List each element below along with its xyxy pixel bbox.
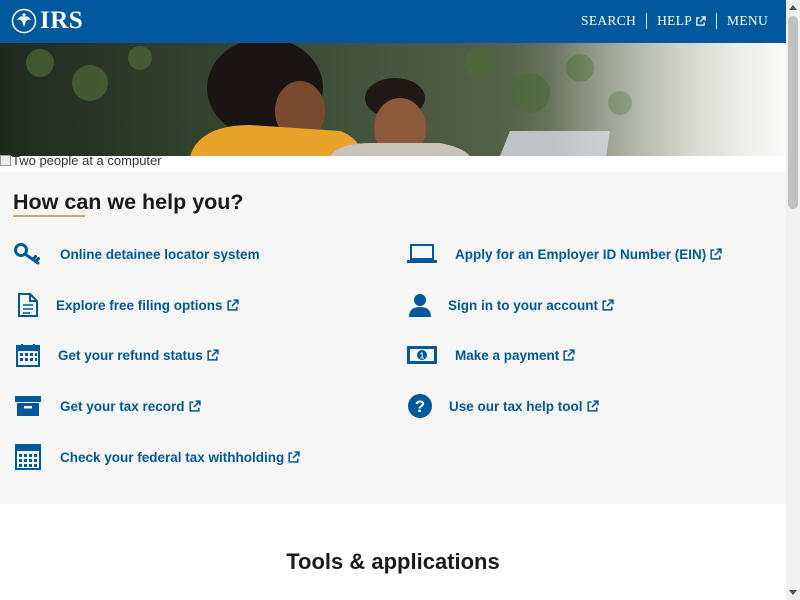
link-sign-in[interactable]: Sign in to your account [405, 291, 614, 319]
external-link-icon [710, 247, 722, 260]
link-tax-record[interactable]: Get your tax record [13, 392, 201, 420]
svg-text:1: 1 [420, 351, 425, 360]
page-scrollbar[interactable] [786, 0, 800, 600]
scroll-down-arrow-icon[interactable] [786, 586, 800, 600]
nav-help[interactable]: HELP [657, 13, 706, 29]
link-refund-status[interactable]: Get your refund status [13, 341, 219, 369]
money-bill-icon: 1 [407, 341, 437, 369]
hero-image [0, 43, 786, 156]
logo-text: IRS [40, 7, 84, 34]
link-apply-ein[interactable]: Apply for an Employer ID Number (EIN) [407, 240, 722, 268]
hero-alt-label: Two people at a computer [12, 153, 162, 168]
external-link-icon [563, 348, 575, 361]
key-icon [13, 240, 43, 268]
hero-photo [0, 43, 786, 156]
external-link-icon [226, 298, 239, 311]
link-label: Get your tax record [60, 398, 185, 414]
broken-image-icon [0, 155, 11, 166]
external-link-icon [602, 298, 614, 311]
question-circle-icon: ? [405, 392, 435, 420]
link-label: Sign in to your account [448, 297, 599, 313]
calendar-icon [13, 341, 43, 369]
link-label: Online detainee locator system [60, 246, 260, 262]
document-icon [13, 291, 43, 319]
link-label: Check your federal tax withholding [60, 449, 285, 465]
link-detainee-locator[interactable]: Online detainee locator system [13, 240, 260, 268]
link-label: Get your refund status [58, 347, 203, 363]
tools-section-title: Tools & applications [286, 549, 500, 574]
link-label: Make a payment [455, 347, 560, 363]
link-label: Explore free filing options [56, 297, 223, 313]
header-nav: SEARCH HELP MENU [581, 13, 768, 29]
link-tax-withholding[interactable]: Check your federal tax withholding [13, 443, 300, 471]
external-link-icon [586, 399, 599, 412]
external-link-icon [207, 348, 219, 361]
title-accent-underline [13, 215, 85, 217]
external-link-icon [288, 450, 300, 463]
user-icon [405, 291, 435, 319]
link-label: Use our tax help tool [449, 398, 583, 414]
nav-divider [646, 13, 648, 29]
laptop-icon [407, 240, 437, 268]
help-section-title: How can we help you? [13, 190, 244, 214]
link-make-payment[interactable]: 1 Make a payment [407, 341, 575, 369]
external-link-icon [188, 399, 201, 412]
link-free-filing[interactable]: Explore free filing options [13, 291, 239, 319]
external-link-icon [696, 15, 706, 26]
archive-box-icon [13, 392, 43, 420]
link-label: Apply for an Employer ID Number (EIN) [455, 246, 707, 262]
page: IRS SEARCH HELP MENU Two people at a com… [0, 0, 786, 600]
calculator-icon [13, 443, 43, 471]
nav-help-label: HELP [657, 13, 693, 28]
link-tax-help-tool[interactable]: ? Use our tax help tool [405, 392, 599, 420]
scrollbar-thumb[interactable] [788, 16, 798, 209]
nav-divider [716, 13, 718, 29]
hero-alt-text: Two people at a computer [0, 153, 162, 168]
nav-search[interactable]: SEARCH [581, 13, 636, 29]
site-header: IRS SEARCH HELP MENU [0, 0, 786, 43]
nav-menu[interactable]: MENU [727, 13, 768, 29]
svg-text:?: ? [415, 397, 425, 416]
eagle-icon [11, 8, 37, 34]
scroll-up-arrow-icon[interactable] [786, 0, 800, 14]
irs-logo[interactable]: IRS [11, 7, 83, 35]
help-section: How can we help you? Online detainee loc… [0, 172, 786, 504]
